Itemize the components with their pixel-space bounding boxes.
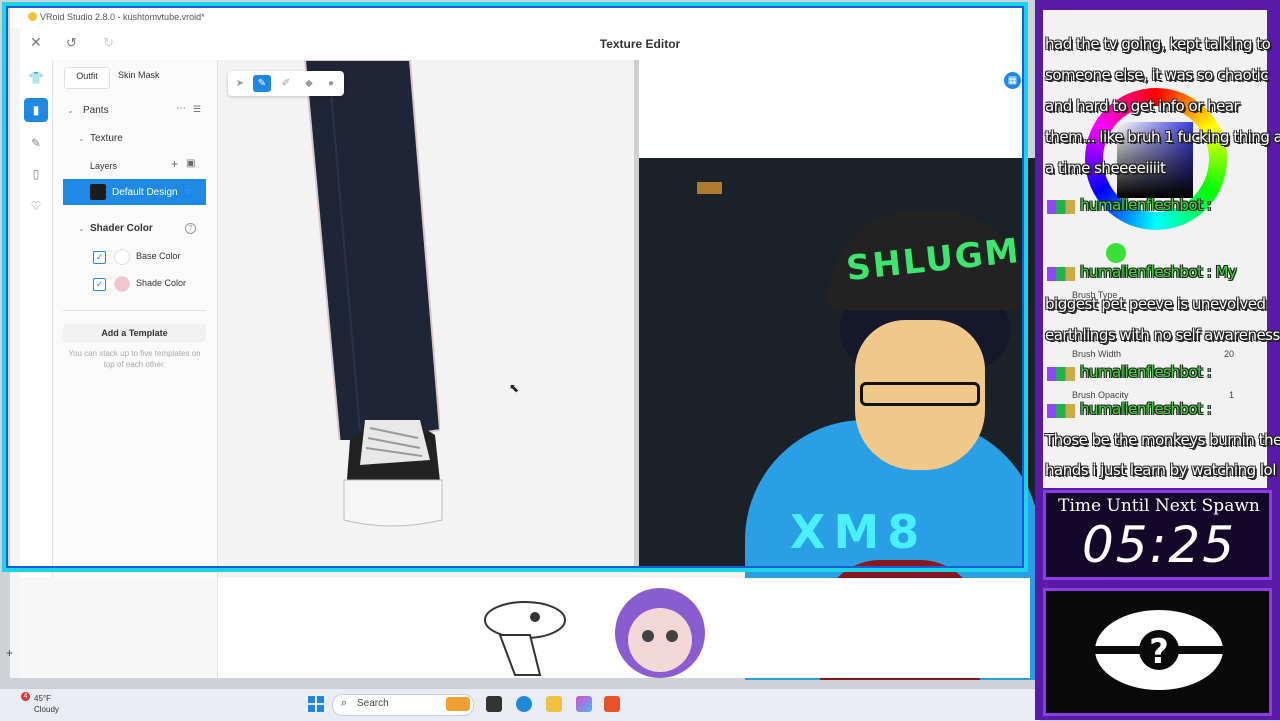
lower-side-panel xyxy=(20,578,218,678)
chat-message: Those be the monkeys burnin they xyxy=(1045,431,1280,449)
search-placeholder: Search xyxy=(357,698,389,709)
chat-message: had the tv going, kept talking to xyxy=(1045,35,1271,53)
stream-frame-border xyxy=(2,2,1028,572)
chat-message: earthlings with no self awareness xyxy=(1045,326,1280,344)
copilot-icon[interactable] xyxy=(576,696,592,712)
plus-icon[interactable]: + xyxy=(6,646,13,660)
weather-temp[interactable]: 45°F xyxy=(34,694,51,703)
brush-opacity-label: Brush Opacity xyxy=(1072,390,1129,400)
current-color-swatch xyxy=(1106,243,1126,263)
timer-label: Time Until Next Spawn xyxy=(1058,496,1260,516)
search-highlight-icon xyxy=(446,697,470,711)
question-mark-icon: ? xyxy=(1093,610,1225,690)
chat-username: humalienfleshbot : My xyxy=(1080,263,1237,281)
chat-username: humalienfleshbot : xyxy=(1080,363,1212,381)
svg-text:?: ? xyxy=(1149,632,1169,672)
task-view-icon[interactable] xyxy=(486,696,502,712)
file-explorer-icon[interactable] xyxy=(546,696,562,712)
chat-message: hands i just learn by watching lol xyxy=(1045,461,1276,479)
mascot-sticker xyxy=(484,601,566,676)
windows-start-icon[interactable] xyxy=(308,696,324,712)
chat-message: someone else, it was so chaotic xyxy=(1045,66,1269,84)
chat-badges xyxy=(1047,200,1075,214)
weather-desc[interactable]: Cloudy xyxy=(34,705,59,714)
chat-badges xyxy=(1047,367,1075,381)
brave-icon[interactable] xyxy=(604,696,620,712)
chat-username: humalienfleshbot : xyxy=(1080,400,1212,418)
chat-badges xyxy=(1047,404,1075,418)
chat-message: a time sheeeeiiiit xyxy=(1045,159,1166,177)
brush-width-value: 20 xyxy=(1224,349,1235,359)
chat-message: biggest pet peeve is unevolved xyxy=(1045,295,1266,313)
brush-opacity-value: 1 xyxy=(1229,390,1235,400)
chibi-sticker xyxy=(615,588,705,678)
chat-message: them... like bruh 1 fucking thing at xyxy=(1045,128,1280,146)
chat-message: and hard to get info or hear xyxy=(1045,97,1240,115)
edge-icon[interactable] xyxy=(516,696,532,712)
chat-badges xyxy=(1047,267,1075,281)
search-icon: ⌕ xyxy=(341,697,348,709)
chat-username: humalienfleshbot : xyxy=(1080,196,1212,214)
timer-value: 05:25 xyxy=(1081,516,1237,574)
notification-badge: 4 xyxy=(21,692,30,701)
brush-width-label: Brush Width xyxy=(1072,349,1122,359)
